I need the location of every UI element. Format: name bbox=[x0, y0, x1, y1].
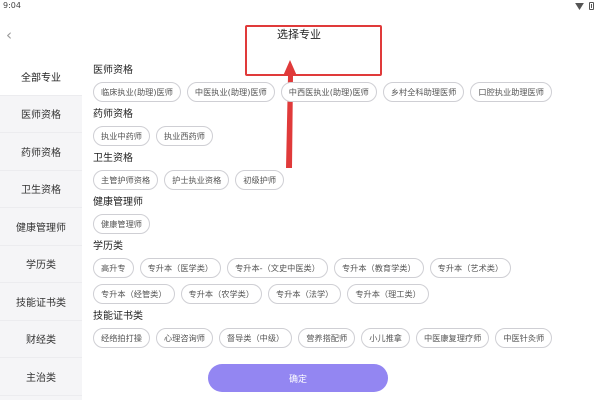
major-chip[interactable]: 专升本（农学类） bbox=[180, 284, 263, 304]
major-chip[interactable]: 专升本（理工类） bbox=[347, 284, 429, 304]
chip-group: 执业中药师 执业西药师 bbox=[93, 126, 598, 146]
battery-icon bbox=[589, 2, 594, 10]
chip-group: 健康管理师 bbox=[93, 214, 598, 234]
major-chip[interactable]: 经络拍打操 bbox=[93, 328, 150, 348]
status-time: 9:04 bbox=[3, 1, 21, 10]
major-chip[interactable]: 中医针灸师 bbox=[495, 328, 553, 348]
major-chip[interactable]: 执业中药师 bbox=[93, 126, 150, 146]
screen: 9:04 ‹ 选择专业 全部专业 医师资格 药师资格 卫生资格 健康管理师 学历类 技能证书… bbox=[0, 0, 600, 400]
sidebar-item[interactable]: 主治类 bbox=[0, 358, 82, 396]
section-title: 药师资格 bbox=[93, 109, 133, 120]
chevron-left-icon[interactable]: ‹ bbox=[2, 26, 16, 44]
section-title: 学历类 bbox=[93, 241, 123, 252]
major-chip[interactable]: 临床执业(助理)医师 bbox=[93, 82, 181, 102]
major-section: 卫生资格主管护师资格 护士执业资格 初级护师 bbox=[93, 152, 598, 190]
major-chip[interactable]: 心理咨询师 bbox=[155, 328, 213, 348]
confirm-button[interactable]: 确定 bbox=[208, 364, 388, 392]
major-chip[interactable]: 中医康复理疗师 bbox=[415, 328, 490, 348]
major-chip[interactable]: 专升本（艺术类） bbox=[429, 258, 512, 278]
chip-group: 经络拍打操 心理咨询师 督导类（中级） 营养搭配师 小儿推拿 中医康复理疗师 中医针灸师 bbox=[93, 328, 598, 348]
major-section: 技能证书类经络拍打操 心理咨询师 督导类（中级） 营养搭配师 小儿推拿 中医康复理疗师 中医… bbox=[93, 310, 598, 348]
major-chip[interactable]: 小儿推拿 bbox=[361, 328, 410, 348]
major-chip[interactable]: 初级护师 bbox=[235, 170, 285, 190]
major-section: 学历类高升专 专升本（医学类） 专升本-（文史中医类） 专升本（教育学类） 专升本（艺术… bbox=[93, 240, 598, 304]
major-chip[interactable]: 主管护师资格 bbox=[93, 170, 159, 190]
major-section: 药师资格执业中药师 执业西药师 bbox=[93, 108, 598, 146]
major-chip[interactable]: 督导类（中级） bbox=[218, 328, 293, 348]
sidebar-item[interactable]: 全部专业 bbox=[0, 58, 82, 96]
sidebar-item[interactable]: 医师资格 bbox=[0, 96, 82, 133]
status-bar: 9:04 bbox=[0, 0, 600, 14]
major-section: 健康管理师 健康管理师 bbox=[93, 196, 598, 234]
major-chip[interactable]: 乡村全科助理医师 bbox=[382, 82, 465, 102]
status-icons bbox=[575, 1, 594, 11]
section-title: 医师资格 bbox=[93, 65, 133, 76]
sidebar-item[interactable]: 药师资格 bbox=[0, 133, 82, 171]
confirm-button-label: 确定 bbox=[288, 374, 307, 385]
section-title: 卫生资格 bbox=[93, 153, 133, 164]
sidebar-item[interactable]: 健康管理师 bbox=[0, 208, 82, 246]
sidebar-item[interactable]: 技能证书类 bbox=[0, 283, 82, 321]
major-chip[interactable]: 专升本（经管类） bbox=[93, 284, 175, 304]
wifi-icon bbox=[575, 2, 584, 10]
major-list: 医师资格临床执业(助理)医师 中医执业(助理)医师 中西医执业(助理)医师 乡村全科助… bbox=[93, 64, 598, 400]
major-chip[interactable]: 专升本（教育学类） bbox=[333, 258, 424, 278]
section-title: 技能证书类 bbox=[93, 311, 143, 322]
sidebar-item[interactable]: 学历类 bbox=[0, 246, 82, 283]
sidebar-item[interactable]: 卫生资格 bbox=[0, 171, 82, 208]
major-chip[interactable]: 高升专 bbox=[93, 258, 134, 278]
major-chip[interactable]: 营养搭配师 bbox=[298, 328, 356, 348]
major-section: 医师资格临床执业(助理)医师 中医执业(助理)医师 中西医执业(助理)医师 乡村全科助… bbox=[93, 64, 598, 102]
sidebar-item[interactable]: 财经类 bbox=[0, 321, 82, 358]
category-sidebar: 全部专业 医师资格 药师资格 卫生资格 健康管理师 学历类 技能证书类 财经类 主治类 bbox=[0, 58, 82, 400]
major-chip[interactable]: 中医执业(助理)医师 bbox=[186, 82, 275, 102]
major-chip[interactable]: 口腔执业助理医师 bbox=[470, 82, 552, 102]
major-chip[interactable]: 执业西药师 bbox=[155, 126, 213, 146]
section-title: 健康管理师 bbox=[93, 197, 143, 208]
header: ‹ 选择专业 bbox=[0, 14, 600, 76]
major-chip[interactable]: 专升本（医学类） bbox=[139, 258, 222, 278]
chip-group: 临床执业(助理)医师 中医执业(助理)医师 中西医执业(助理)医师 乡村全科助理医师口… bbox=[93, 82, 598, 102]
major-chip[interactable]: 健康管理师 bbox=[93, 214, 150, 234]
major-chip[interactable]: 专升本（法学） bbox=[268, 284, 342, 304]
major-chip[interactable]: 中西医执业(助理)医师 bbox=[280, 82, 377, 102]
major-chip[interactable]: 专升本-（文史中医类） bbox=[227, 258, 328, 278]
chip-group: 主管护师资格 护士执业资格 初级护师 bbox=[93, 170, 598, 190]
chip-group: 高升专 专升本（医学类） 专升本-（文史中医类） 专升本（教育学类） 专升本（艺术类）专… bbox=[93, 258, 598, 304]
major-chip[interactable]: 护士执业资格 bbox=[164, 170, 230, 190]
